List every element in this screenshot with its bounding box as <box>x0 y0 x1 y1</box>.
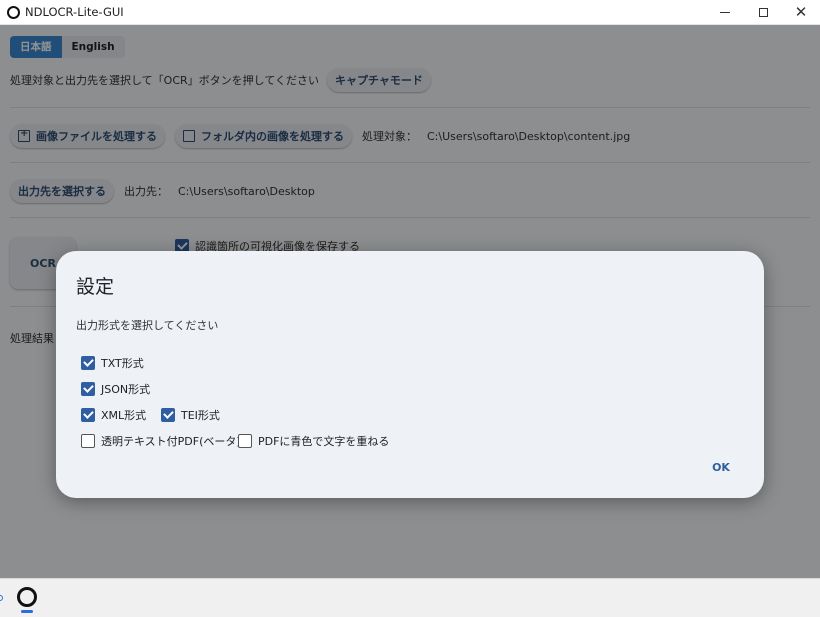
maximize-button[interactable] <box>744 0 782 25</box>
option-pdf-blue[interactable]: PDFに青色で文字を重ねる <box>238 433 389 449</box>
window-controls: ✕ <box>706 0 820 25</box>
ok-button[interactable]: OK <box>704 456 738 478</box>
active-indicator <box>21 610 33 613</box>
xml-checkbox[interactable] <box>81 408 95 422</box>
window-title: NDLOCR-Lite-GUI <box>25 5 124 19</box>
minimize-icon <box>720 12 730 13</box>
dialog-title: 設定 <box>76 276 115 298</box>
option-tei[interactable]: TEI形式 <box>161 407 220 423</box>
close-icon: ✕ <box>794 3 808 21</box>
pdf-blue-checkbox[interactable] <box>238 434 252 448</box>
app-logo-icon <box>17 587 37 607</box>
option-label: TEI形式 <box>181 409 220 422</box>
minimize-button[interactable] <box>706 0 744 25</box>
option-pdf-transparent[interactable]: 透明テキスト付PDF(ベータ) <box>81 433 241 449</box>
txt-checkbox[interactable] <box>81 356 95 370</box>
close-button[interactable]: ✕ <box>782 0 820 25</box>
option-label: 透明テキスト付PDF(ベータ) <box>101 435 241 448</box>
option-label: XML形式 <box>101 409 147 422</box>
ok-label: OK <box>712 460 730 474</box>
taskbar <box>0 578 820 617</box>
app-logo-icon <box>7 5 20 19</box>
json-checkbox[interactable] <box>81 382 95 396</box>
option-label: JSON形式 <box>101 383 151 396</box>
option-label: TXT形式 <box>101 357 144 370</box>
option-json[interactable]: JSON形式 <box>81 381 150 397</box>
window-titlebar: NDLOCR-Lite-GUI ✕ <box>0 0 820 25</box>
dialog-subtitle: 出力形式を選択してください <box>76 319 219 332</box>
taskbar-edge-icon <box>0 595 3 601</box>
option-label: PDFに青色で文字を重ねる <box>258 435 390 448</box>
settings-dialog: 設定 出力形式を選択してください TXT形式 JSON形式 XML形式 TEI形… <box>56 251 764 498</box>
option-xml[interactable]: XML形式 <box>81 407 146 423</box>
taskbar-app-button[interactable] <box>14 587 40 615</box>
pdf-transparent-checkbox[interactable] <box>81 434 95 448</box>
maximize-icon <box>758 8 768 17</box>
tei-checkbox[interactable] <box>161 408 175 422</box>
option-txt[interactable]: TXT形式 <box>81 355 144 371</box>
